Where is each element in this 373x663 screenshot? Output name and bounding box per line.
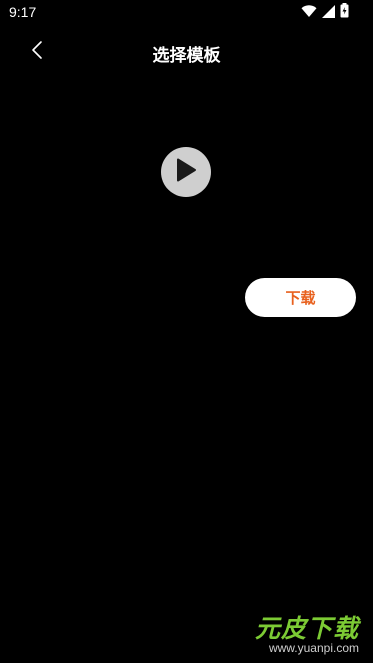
play-button[interactable] [161, 147, 211, 197]
wifi-icon [301, 3, 317, 22]
page-title: 选择模板 [152, 46, 221, 66]
watermark-logo: 元皮下载 [254, 614, 359, 643]
status-time: 9:17 [9, 4, 37, 20]
status-bar: 9:17 [0, 0, 373, 26]
signal-icon [322, 3, 335, 22]
battery-icon [340, 2, 349, 22]
status-icons [301, 2, 349, 22]
download-button[interactable]: 下载 [245, 278, 356, 317]
play-icon [175, 158, 197, 186]
template-preview[interactable]: 下载 [0, 80, 373, 640]
watermark-url: www.yuanpi.com [268, 641, 359, 655]
watermark: 元皮下载 www.yuanpi.com [223, 607, 363, 655]
header: 选择模板 [0, 34, 373, 70]
